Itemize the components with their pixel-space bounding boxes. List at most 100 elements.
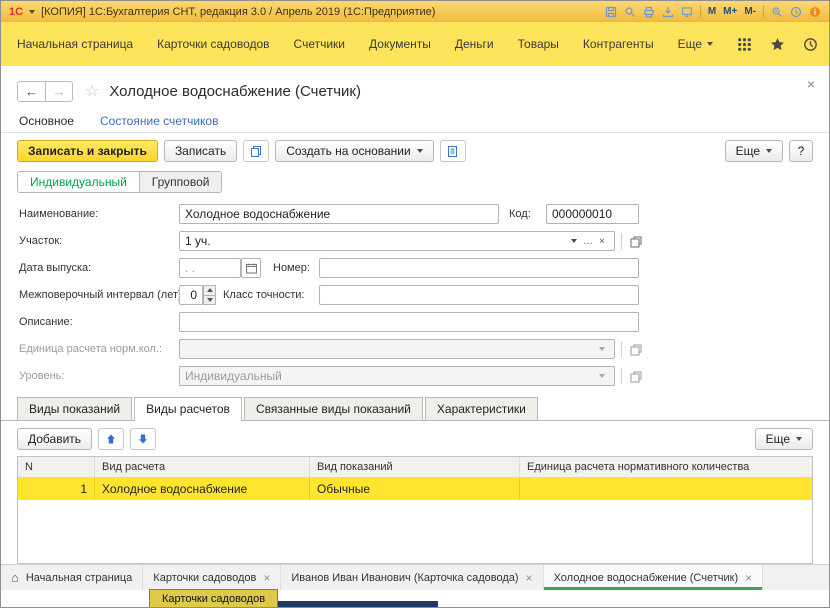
cell-unit[interactable] xyxy=(520,478,812,500)
tab-characteristics[interactable]: Характеристики xyxy=(425,397,538,420)
home-icon: ⌂ xyxy=(11,570,19,585)
area-combo-input[interactable]: 1 уч. … × xyxy=(179,231,615,251)
tab-meter-states[interactable]: Состояние счетчиков xyxy=(100,114,219,132)
taskbar-tab-ivanov-card[interactable]: Иванов Иван Иванович (Карточка садовода)… xyxy=(281,565,543,590)
toolbar-right-group: Еще ? xyxy=(725,140,813,162)
apps-grid-icon[interactable] xyxy=(737,37,752,52)
cell-calc-kind[interactable]: Холодное водоснабжение xyxy=(95,478,310,500)
table-row[interactable]: 1 Холодное водоснабжение Обычные xyxy=(18,478,812,500)
open-icon[interactable] xyxy=(627,340,645,359)
cell-n[interactable]: 1 xyxy=(18,478,95,500)
monitor-icon[interactable] xyxy=(681,6,693,18)
number-input[interactable] xyxy=(319,258,639,278)
name-input[interactable]: Холодное водоснабжение xyxy=(179,204,499,224)
memory-mplus-button[interactable]: M+ xyxy=(723,6,737,17)
taskbar-home[interactable]: ⌂ Начальная страница xyxy=(1,565,143,590)
close-tab-icon[interactable]: × xyxy=(526,571,533,585)
menu-item-more[interactable]: Еще xyxy=(678,37,713,51)
app-logo[interactable]: 1С xyxy=(9,6,23,18)
back-button[interactable]: ← xyxy=(18,82,45,101)
col-header-n[interactable]: N xyxy=(18,457,95,477)
issue-date-input[interactable]: . . xyxy=(179,258,241,278)
tab-calc-kinds[interactable]: Виды расчетов xyxy=(134,397,242,421)
close-tab-icon[interactable]: × xyxy=(745,571,752,585)
save-icon[interactable] xyxy=(605,6,617,18)
titlebar-icons: M M+ M- xyxy=(605,6,821,18)
favorite-star-icon[interactable]: ☆ xyxy=(85,81,99,101)
caret-down-icon xyxy=(766,149,772,153)
open-icon[interactable] xyxy=(627,232,645,251)
add-row-button[interactable]: Добавить xyxy=(17,428,92,450)
more-button[interactable]: Еще xyxy=(725,140,783,162)
menu-item-home[interactable]: Начальная страница xyxy=(17,37,133,51)
toggle-individual[interactable]: Индивидуальный xyxy=(18,172,139,192)
choose-ellipsis-icon[interactable]: … xyxy=(581,232,595,250)
taskbar-tab-gardener-cards[interactable]: Карточки садоводов × xyxy=(143,565,281,590)
print-icon[interactable] xyxy=(643,6,655,18)
calendar-icon[interactable] xyxy=(241,258,261,278)
tab-linked-reading-kinds[interactable]: Связанные виды показаний xyxy=(244,397,423,420)
move-down-icon[interactable] xyxy=(130,428,156,450)
level-combo-input: Индивидуальный xyxy=(179,366,615,386)
field-separator xyxy=(621,368,622,384)
close-form-icon[interactable]: × xyxy=(807,76,815,92)
titlebar-separator xyxy=(700,6,701,18)
unit-label: Единица расчета норм.кол.: xyxy=(19,343,162,355)
main-menubar: Начальная страница Карточки садоводов Сч… xyxy=(1,22,829,66)
interval-input[interactable]: 0 xyxy=(179,285,203,305)
menu-item-meters[interactable]: Счетчики xyxy=(294,37,345,51)
report-icon-button[interactable] xyxy=(440,140,466,162)
open-icon[interactable] xyxy=(627,367,645,386)
export-icon[interactable] xyxy=(662,6,674,18)
col-header-reading-kind[interactable]: Вид показаний xyxy=(310,457,520,477)
tab-main[interactable]: Основное xyxy=(19,114,74,132)
menu-item-documents[interactable]: Документы xyxy=(369,37,431,51)
create-based-on-button[interactable]: Создать на основании xyxy=(275,140,434,162)
spin-down-icon[interactable] xyxy=(203,296,216,306)
menu-item-goods[interactable]: Товары xyxy=(518,37,559,51)
clock-icon[interactable] xyxy=(790,6,802,18)
menu-item-gardener-cards[interactable]: Карточки садоводов xyxy=(157,37,269,51)
taskbar-tooltip: Карточки садоводов xyxy=(149,589,278,608)
reread-icon-button[interactable] xyxy=(243,140,269,162)
precision-class-label: Класс точности: xyxy=(223,289,304,301)
table-more-button[interactable]: Еще xyxy=(755,428,813,450)
description-label: Описание: xyxy=(19,316,73,328)
number-label: Номер: xyxy=(273,262,310,274)
favorites-star-icon[interactable] xyxy=(770,37,785,52)
system-menu-caret-icon[interactable] xyxy=(29,10,35,14)
menu-item-money[interactable]: Деньги xyxy=(455,37,494,51)
page-title: Холодное водоснабжение (Счетчик) xyxy=(109,83,361,100)
spin-up-icon[interactable] xyxy=(203,285,216,296)
code-input[interactable]: 000000010 xyxy=(546,204,639,224)
save-button[interactable]: Записать xyxy=(164,140,237,162)
precision-class-input[interactable] xyxy=(319,285,639,305)
info-icon[interactable] xyxy=(809,6,821,18)
titlebar: 1С [КОПИЯ] 1С:Бухгалтерия СНТ, редакция … xyxy=(1,1,829,22)
help-button[interactable]: ? xyxy=(789,140,813,162)
find-icon[interactable] xyxy=(624,6,636,18)
close-tab-icon[interactable]: × xyxy=(263,571,270,585)
dropdown-caret-icon xyxy=(595,367,609,385)
forward-button[interactable]: → xyxy=(45,82,72,101)
col-header-unit[interactable]: Единица расчета нормативного количества xyxy=(520,457,812,477)
form-header: ← → ☆ Холодное водоснабжение (Счетчик) × xyxy=(1,66,829,104)
description-input[interactable] xyxy=(179,312,639,332)
memory-m-button[interactable]: M xyxy=(708,6,716,17)
toggle-group[interactable]: Групповой xyxy=(139,172,222,192)
zoom-icon[interactable] xyxy=(771,6,783,18)
taskbar-tab-cold-water-meter[interactable]: Холодное водоснабжение (Счетчик) × xyxy=(544,565,764,590)
cell-reading-kind[interactable]: Обычные xyxy=(310,478,520,500)
menu-item-counterparties[interactable]: Контрагенты xyxy=(583,37,654,51)
memory-mminus-button[interactable]: M- xyxy=(744,6,756,17)
history-icon[interactable] xyxy=(803,37,818,52)
tab-reading-kinds[interactable]: Виды показаний xyxy=(17,397,132,420)
table-toolbar: Добавить Еще xyxy=(1,421,829,456)
move-up-icon[interactable] xyxy=(98,428,124,450)
code-label: Код: xyxy=(509,208,531,220)
col-header-calc-kind[interactable]: Вид расчета xyxy=(95,457,310,477)
save-and-close-button[interactable]: Записать и закрыть xyxy=(17,140,158,162)
dropdown-caret-icon[interactable] xyxy=(567,232,581,250)
unit-combo-input xyxy=(179,339,615,359)
clear-icon[interactable]: × xyxy=(595,232,609,250)
